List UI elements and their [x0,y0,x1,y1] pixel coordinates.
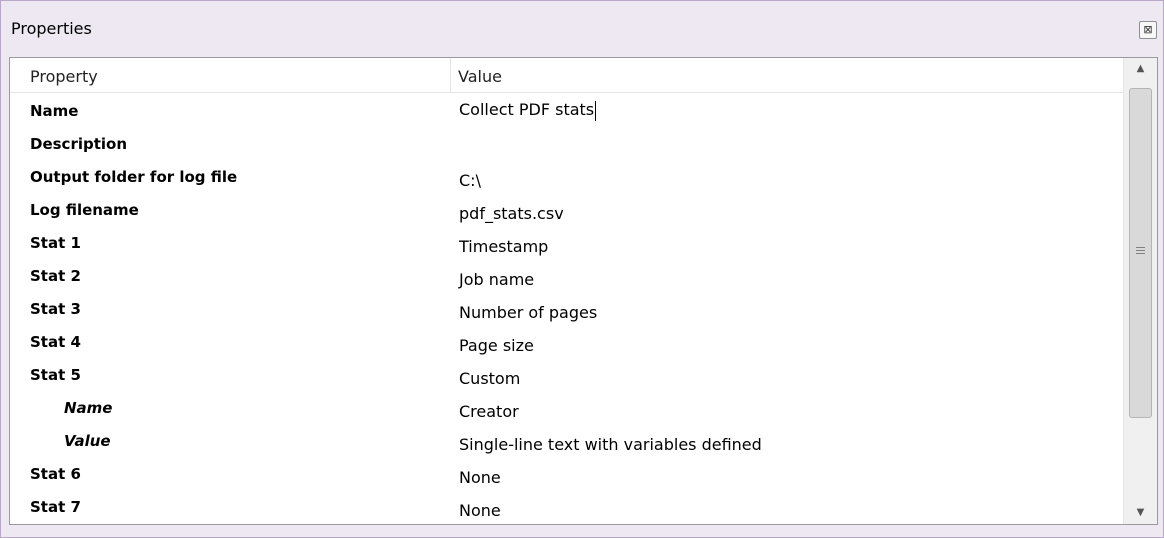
scroll-down-arrow-icon[interactable]: ▼ [1124,502,1157,524]
grid-rows: Name Collect PDF stats Description Outpu… [10,92,1123,521]
property-label: Stat 6 [30,465,81,483]
property-label: Log filename [30,201,139,219]
property-value[interactable]: Page size [459,336,534,355]
table-row-stat-2[interactable]: Stat 2 Job name [10,257,1123,290]
table-row-stat-6[interactable]: Stat 6 None [10,455,1123,488]
scrollbar-thumb[interactable] [1129,88,1152,418]
sub-property-label: Value [64,432,111,450]
table-row-stat-4[interactable]: Stat 4 Page size [10,323,1123,356]
sub-property-label: Name [64,399,113,417]
value-text: Collect PDF stats [459,100,595,119]
column-header-property[interactable]: Property [30,67,98,86]
table-row-stat-3[interactable]: Stat 3 Number of pages [10,290,1123,323]
property-label: Name [30,102,79,120]
property-value[interactable]: Custom [459,369,520,388]
scroll-up-arrow-icon[interactable]: ▲ [1124,58,1157,80]
properties-grid: Property Value Name Collect PDF stats De… [9,57,1158,525]
property-label: Output folder for log file [30,168,238,186]
table-row-stat-5[interactable]: Stat 5 Custom [10,356,1123,389]
column-divider[interactable] [450,58,451,92]
property-label: Stat 4 [30,333,81,351]
table-row-log-filename[interactable]: Log filename pdf_stats.csv [10,191,1123,224]
table-row-stat-5-name[interactable]: Name Creator [10,389,1123,422]
window-title: Properties [11,19,92,38]
property-value[interactable]: C:\ [459,171,481,190]
scroll-grip-icon [1136,247,1145,256]
text-caret [595,100,597,121]
vertical-scrollbar[interactable]: ▲ ▼ [1123,58,1157,524]
table-row-output-folder[interactable]: Output folder for log file C:\ [10,158,1123,191]
table-row-name[interactable]: Name Collect PDF stats [10,92,1123,125]
grid-header: Property Value [10,58,1123,93]
property-label: Stat 3 [30,300,81,318]
property-label: Stat 7 [30,498,81,516]
table-row-stat-1[interactable]: Stat 1 Timestamp [10,224,1123,257]
table-row-stat-7[interactable]: Stat 7 None [10,488,1123,521]
property-value[interactable]: pdf_stats.csv [459,204,564,223]
column-header-value[interactable]: Value [458,67,502,86]
property-value[interactable]: Timestamp [459,237,548,256]
property-label: Stat 1 [30,234,81,252]
close-icon[interactable]: ⊠ [1139,21,1157,39]
table-row-stat-5-value[interactable]: Value Single-line text with variables de… [10,422,1123,455]
property-label: Stat 5 [30,366,81,384]
property-label: Stat 2 [30,267,81,285]
property-value[interactable]: Number of pages [459,303,597,322]
property-value[interactable]: None [459,501,501,520]
property-value[interactable]: Creator [459,402,519,421]
property-value[interactable]: Job name [459,270,534,289]
name-value-input[interactable]: Collect PDF stats [459,100,597,121]
property-value[interactable]: None [459,468,501,487]
property-label: Description [30,135,128,153]
title-bar: Properties ⊠ [1,1,1163,45]
properties-window: Properties ⊠ Property Value Name Collect… [0,0,1164,538]
property-value[interactable]: Single-line text with variables defined [459,435,762,454]
table-row-description[interactable]: Description [10,125,1123,158]
